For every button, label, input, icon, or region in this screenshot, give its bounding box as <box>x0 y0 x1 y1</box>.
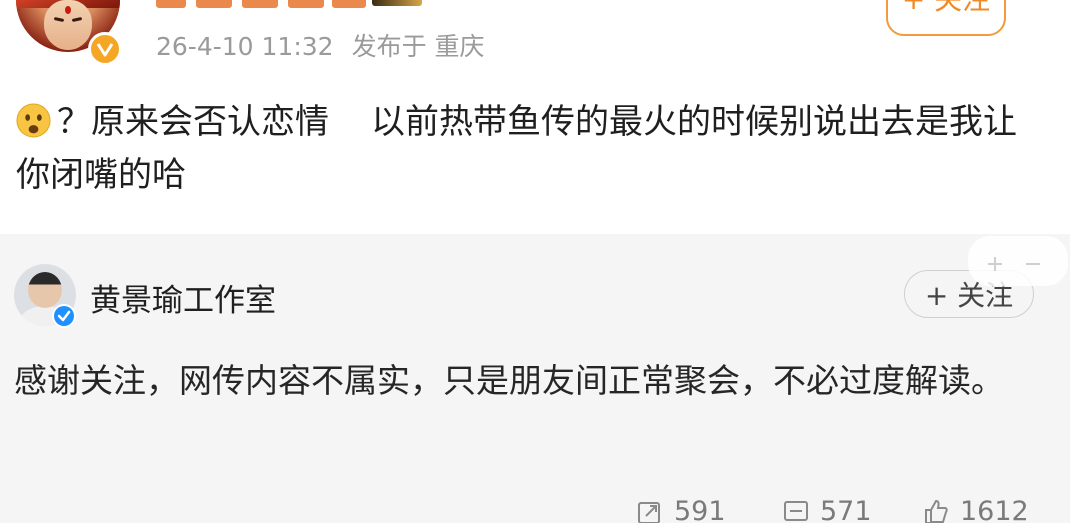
follow-button-poster[interactable]: + 关注 <box>886 0 1006 36</box>
image-zoom-overlay-icon[interactable] <box>968 226 1068 286</box>
repost-button[interactable]: 591 <box>636 496 726 523</box>
post-meta: 26-4-10 11:32 发布于 重庆 <box>156 27 485 63</box>
like-button[interactable]: 1612 <box>922 496 1029 523</box>
poster-username-cropped[interactable] <box>156 0 372 8</box>
repost-count: 591 <box>674 496 726 523</box>
reply-card[interactable]: 黄景瑜工作室 + 关注 感谢关注，网传内容不属实，只是朋友间正常聚会，不必过度解… <box>0 234 1070 523</box>
verified-gold-badge-icon <box>88 32 122 66</box>
member-badge-icon <box>372 0 422 6</box>
post-body: ？原来会否认恋情 以前热带鱼传的最火的时候别说出去是我让你闭嘴的哈 <box>16 96 1036 202</box>
reply-action-bar: 591 571 1612 <box>0 496 1070 523</box>
verified-blue-badge-icon <box>52 304 76 328</box>
reply-author-name[interactable]: 黄景瑜工作室 <box>90 275 276 320</box>
post-location: 发布于 重庆 <box>351 32 485 61</box>
comment-button[interactable]: 571 <box>782 496 872 523</box>
comment-icon <box>784 500 808 521</box>
weibo-post-screen: 26-4-10 11:32 发布于 重庆 + 关注 ？原来会否认恋情以前热带鱼传的… <box>0 0 1070 523</box>
like-count: 1612 <box>960 496 1029 523</box>
repost-icon <box>638 501 660 523</box>
like-icon <box>925 499 948 523</box>
reply-body: 感谢关注，网传内容不属实，只是朋友间正常聚会，不必过度解读。 <box>14 361 1004 400</box>
frowning-face-icon <box>16 101 51 138</box>
post-time: 26-4-10 11:32 <box>156 32 334 61</box>
comment-count: 571 <box>820 496 872 523</box>
post-text-part1: ？原来会否认恋情 <box>57 102 329 142</box>
